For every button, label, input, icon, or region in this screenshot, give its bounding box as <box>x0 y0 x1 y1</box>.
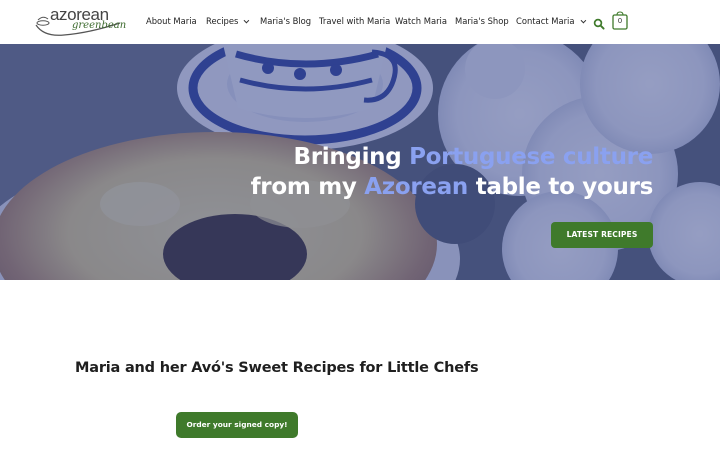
chevron-down-icon <box>243 17 250 24</box>
hero-headline-line-1: Bringing Portuguese culture <box>293 144 653 170</box>
hero-headline-line-2: from my Azorean table to yours <box>250 174 654 200</box>
hero-text: Bringing <box>293 144 410 170</box>
hero-text: from my <box>250 174 365 200</box>
nav-label: About Maria <box>146 16 197 26</box>
nav-item-marias-shop[interactable]: Maria's Shop <box>455 16 509 26</box>
search-icon[interactable] <box>593 15 605 30</box>
nav-label: Maria's Shop <box>455 16 509 26</box>
hero-accent-text: Azorean <box>364 174 469 200</box>
site-header: azorean greenbean About Maria Recipes Ma… <box>0 0 720 44</box>
hero-accent-text: Portuguese culture <box>409 144 653 170</box>
nav-item-about-maria[interactable]: About Maria <box>146 16 197 26</box>
nav-label: Maria's Blog <box>260 16 312 26</box>
hero-text: table to yours <box>468 174 654 200</box>
chevron-down-icon <box>580 17 586 24</box>
nav-item-recipes[interactable]: Recipes <box>206 16 250 26</box>
order-signed-copy-button[interactable]: Order your signed copy! <box>176 412 298 438</box>
nav-label: Recipes <box>206 16 239 26</box>
nav-item-marias-blog[interactable]: Maria's Blog <box>260 16 311 26</box>
section-title: Maria and her Avó's Sweet Recipes for Li… <box>75 360 479 376</box>
nav-label: Watch Maria <box>395 16 447 26</box>
nav-item-travel-with-maria[interactable]: Travel with Maria <box>319 16 390 26</box>
shopping-bag-icon[interactable]: 0 <box>612 11 628 30</box>
nav-item-contact-maria[interactable]: Contact Maria <box>516 16 586 26</box>
cart-count: 0 <box>617 17 623 25</box>
latest-recipes-button[interactable]: LATEST RECIPES <box>551 222 653 248</box>
nav-item-watch-maria[interactable]: Watch Maria <box>395 16 447 26</box>
hero-banner: Bringing Portuguese culture from my Azor… <box>0 44 720 280</box>
nav-label: Contact Maria <box>516 16 575 26</box>
nav-label: Travel with Maria <box>319 16 391 26</box>
